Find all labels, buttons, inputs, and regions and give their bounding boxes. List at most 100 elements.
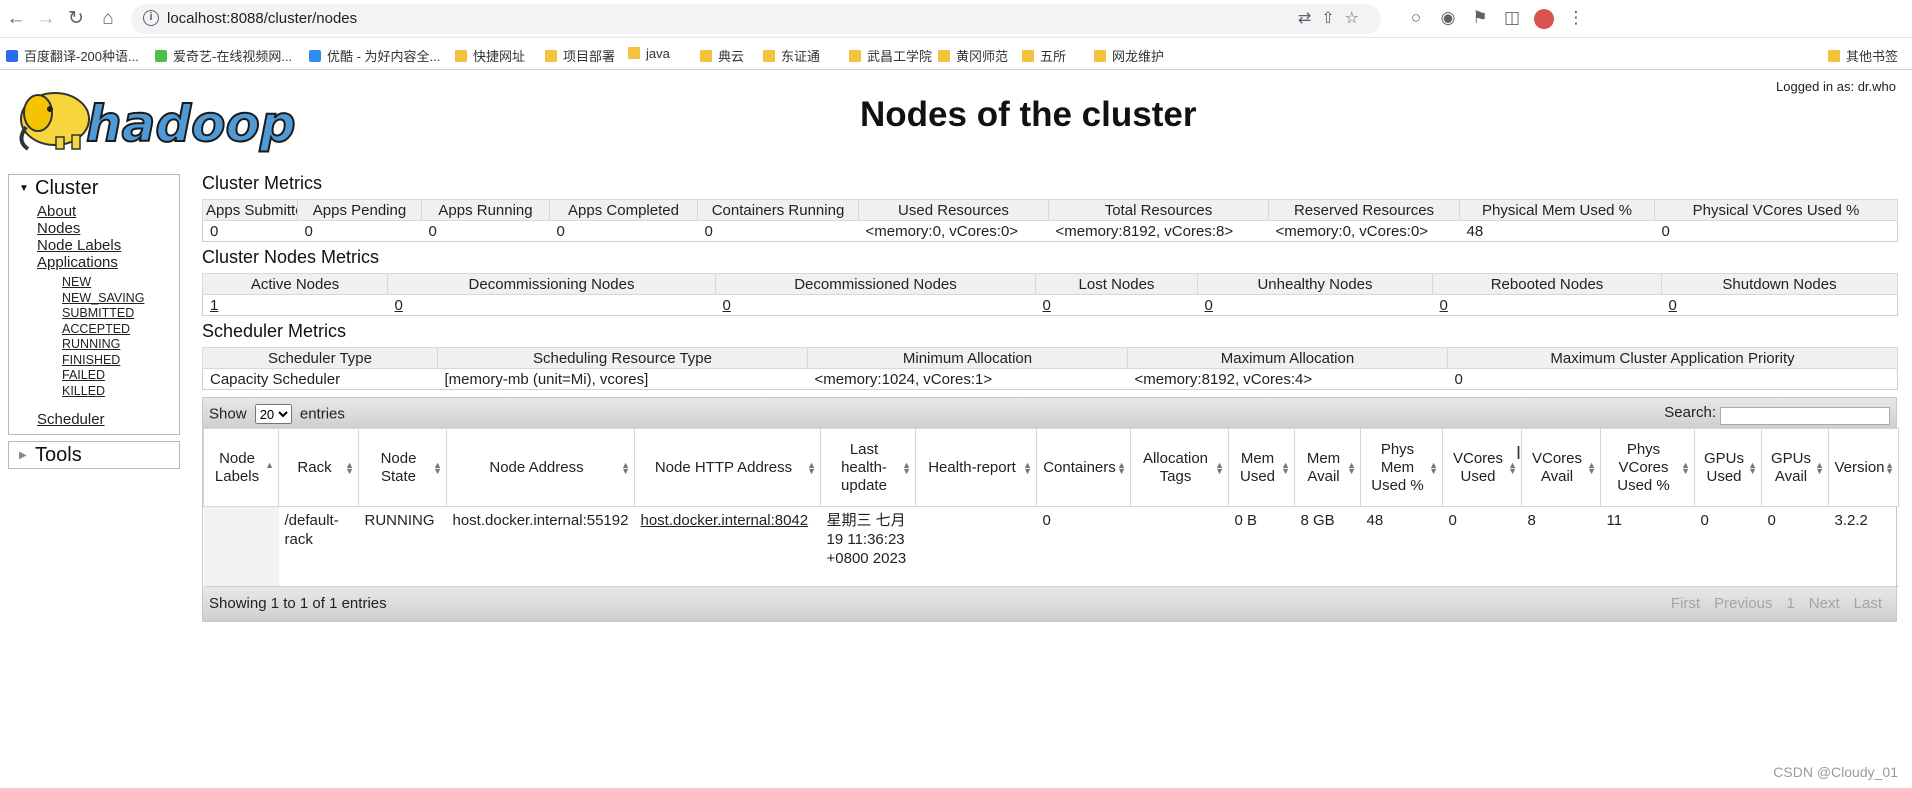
column-header-phys-mem-used[interactable]: Phys Mem Used % ▲ ▼ — [1360, 428, 1443, 507]
column-header-node-address[interactable]: Node Address ▲ ▼ — [446, 428, 635, 507]
folder-icon — [1094, 50, 1106, 62]
column-header-node-http-address[interactable]: Node HTTP Address ▲ ▼ — [634, 428, 821, 507]
column-header-allocation-tags[interactable]: Allocation Tags ▲ ▼ — [1130, 428, 1229, 507]
metric-link-decommissioned-nodes[interactable]: 0 — [723, 297, 731, 314]
entries-info: Showing 1 to 1 of 1 entries — [209, 595, 387, 612]
cell-allocation-tags — [1130, 506, 1229, 587]
metric-link-active-nodes[interactable]: 1 — [210, 297, 218, 314]
side-panel-icon[interactable]: ◫ — [1496, 8, 1528, 28]
metric-header-physical-vcores-used: Physical VCores Used % — [1654, 199, 1898, 221]
app-state-new-saving[interactable]: NEW_SAVING — [37, 291, 179, 307]
bookmark-item[interactable]: 武昌工学院 — [849, 46, 932, 65]
column-header-health-report[interactable]: Health-report ▲ ▼ — [915, 428, 1037, 507]
column-header-vcores-avail[interactable]: VCores Avail ▲ ▼ — [1521, 428, 1601, 507]
pager-first[interactable]: First — [1671, 595, 1700, 612]
bookmark-item[interactable]: 快捷网址 — [455, 46, 525, 65]
node-http-address-link[interactable]: host.docker.internal:8042 — [641, 512, 809, 529]
bookmark-item[interactable]: 网龙维护 — [1094, 46, 1164, 65]
metric-header-decommissioned-nodes: Decommissioned Nodes — [715, 273, 1036, 295]
pager-last[interactable]: Last — [1854, 595, 1882, 612]
column-header-mem-used[interactable]: Mem Used ▲ ▼ — [1228, 428, 1295, 507]
profile-avatar-icon[interactable] — [1528, 8, 1560, 29]
page-size-select[interactable]: 20 — [254, 404, 292, 424]
pager-previous[interactable]: Previous — [1714, 595, 1772, 612]
app-state-submitted[interactable]: SUBMITTED — [37, 306, 179, 322]
metric-link-shutdown-nodes[interactable]: 0 — [1669, 297, 1677, 314]
extension-cookie-icon[interactable]: ◉ — [1432, 8, 1464, 28]
metric-value-minimum-allocation: <memory:1024, vCores:1> — [807, 368, 1128, 390]
address-bar[interactable]: i localhost:8088/cluster/nodes ⇄⇧☆ — [131, 4, 1381, 34]
search-input[interactable] — [1720, 406, 1890, 425]
extensions-puzzle-icon[interactable]: ⚑ — [1464, 8, 1496, 28]
sidebar-link-scheduler[interactable]: Scheduler — [37, 411, 179, 428]
sidebar-link-about[interactable]: About — [37, 203, 179, 220]
sort-icon: ▲ ▼ — [1023, 459, 1032, 476]
bookmark-item[interactable]: java — [628, 46, 670, 61]
column-header-last-health-update[interactable]: Last health-update ▲ ▼ — [820, 428, 916, 507]
column-header-node-state[interactable]: Node State ▲ ▼ — [358, 428, 447, 507]
app-state-finished[interactable]: FINISHED — [37, 353, 179, 369]
reload-icon[interactable]: ↻ — [64, 7, 88, 31]
sort-icon: ▲ ▼ — [1347, 459, 1356, 476]
column-header-node-labels[interactable]: Node Labels ▲ — [203, 428, 279, 507]
site-info-icon[interactable]: i — [143, 10, 159, 26]
translate-icon[interactable]: ⇄ — [1298, 10, 1321, 27]
app-state-running[interactable]: RUNNING — [37, 337, 179, 353]
sidebar-cluster-toggle[interactable]: ▼ Cluster — [9, 175, 179, 201]
table-row: /default-rack RUNNING host.docker.internal… — [203, 506, 1899, 587]
app-state-failed[interactable]: FAILED — [37, 368, 179, 384]
pager-next[interactable]: Next — [1809, 595, 1840, 612]
folder-icon — [545, 50, 557, 62]
forward-arrow-icon[interactable]: → — [34, 7, 58, 31]
scheduler-metrics-title: Scheduler Metrics — [202, 321, 347, 341]
bookmark-item[interactable]: 项目部署 — [545, 46, 615, 65]
bookmark-item[interactable]: 五所 — [1022, 46, 1066, 65]
metric-value-lost-nodes: 0 — [1035, 294, 1198, 316]
bookmark-item[interactable]: 黄冈师范 — [938, 46, 1008, 65]
column-header-gpus-used[interactable]: GPUs Used ▲ ▼ — [1694, 428, 1762, 507]
other-bookmarks[interactable]: 其他书签 — [1827, 46, 1898, 65]
menu-kebab-icon[interactable]: ⋮ — [1560, 8, 1592, 28]
metric-link-decommissioning-nodes[interactable]: 0 — [395, 297, 403, 314]
app-state-killed[interactable]: KILLED — [37, 384, 179, 400]
extension-circle-icon[interactable]: ○ — [1400, 8, 1432, 28]
bookmark-item[interactable]: 优酷 - 为好内容全... — [309, 46, 440, 65]
metric-link-rebooted-nodes[interactable]: 0 — [1440, 297, 1448, 314]
text-cursor-icon: I — [1516, 443, 1522, 463]
share-icon[interactable]: ⇧ — [1321, 10, 1344, 27]
sort-icon: ▲ ▼ — [345, 459, 354, 476]
column-header-containers[interactable]: Containers ▲ ▼ — [1036, 428, 1131, 507]
pagination: First Previous 1 Next Last — [1657, 595, 1882, 612]
metric-link-unhealthy-nodes[interactable]: 0 — [1205, 297, 1213, 314]
metric-header-reserved-resources: Reserved Resources — [1268, 199, 1460, 221]
metric-link-lost-nodes[interactable]: 0 — [1043, 297, 1051, 314]
app-state-accepted[interactable]: ACCEPTED — [37, 322, 179, 338]
home-icon[interactable]: ⌂ — [96, 7, 120, 31]
column-header-mem-avail[interactable]: Mem Avail ▲ ▼ — [1294, 428, 1361, 507]
sidebar-link-node-labels[interactable]: Node Labels — [37, 237, 179, 254]
sidebar-link-nodes[interactable]: Nodes — [37, 220, 179, 237]
metric-value-decommissioning-nodes: 0 — [387, 294, 716, 316]
sidebar-link-applications[interactable]: Applications — [37, 254, 179, 271]
cell-mem-used: 0 B — [1228, 506, 1295, 587]
metric-value-maximum-cluster-application-priority: 0 — [1447, 368, 1898, 390]
column-header-rack[interactable]: Rack ▲ ▼ — [278, 428, 359, 507]
bookmark-item[interactable]: 东证通 — [763, 46, 820, 65]
column-header-gpus-avail[interactable]: GPUs Avail ▲ ▼ — [1761, 428, 1829, 507]
pager-1[interactable]: 1 — [1786, 595, 1794, 612]
column-header-version[interactable]: Version ▲ ▼ — [1828, 428, 1899, 507]
datatable-footer: Showing 1 to 1 of 1 entries First Previou… — [203, 587, 1896, 621]
app-state-new[interactable]: NEW — [37, 275, 179, 291]
bookmark-star-icon[interactable]: ☆ — [1345, 10, 1369, 27]
cell-gpus-avail: 0 — [1761, 506, 1829, 587]
column-header-vcores-used[interactable]: VCores Used ▲ ▼ — [1442, 428, 1522, 507]
sidebar-tools-toggle[interactable]: ▶ Tools — [9, 442, 179, 468]
bookmark-item[interactable]: 百度翻译-200种语... — [6, 46, 139, 65]
cell-node-http-address: host.docker.internal:8042 — [634, 506, 821, 587]
bookmark-item[interactable]: 典云 — [700, 46, 744, 65]
bookmark-item[interactable]: 爱奇艺-在线视频网... — [155, 46, 292, 65]
metric-header-total-resources: Total Resources — [1048, 199, 1269, 221]
back-arrow-icon[interactable]: ← — [4, 7, 28, 31]
metric-header-active-nodes: Active Nodes — [202, 273, 388, 295]
column-header-phys-vcores-used[interactable]: Phys VCores Used % ▲ ▼ — [1600, 428, 1695, 507]
